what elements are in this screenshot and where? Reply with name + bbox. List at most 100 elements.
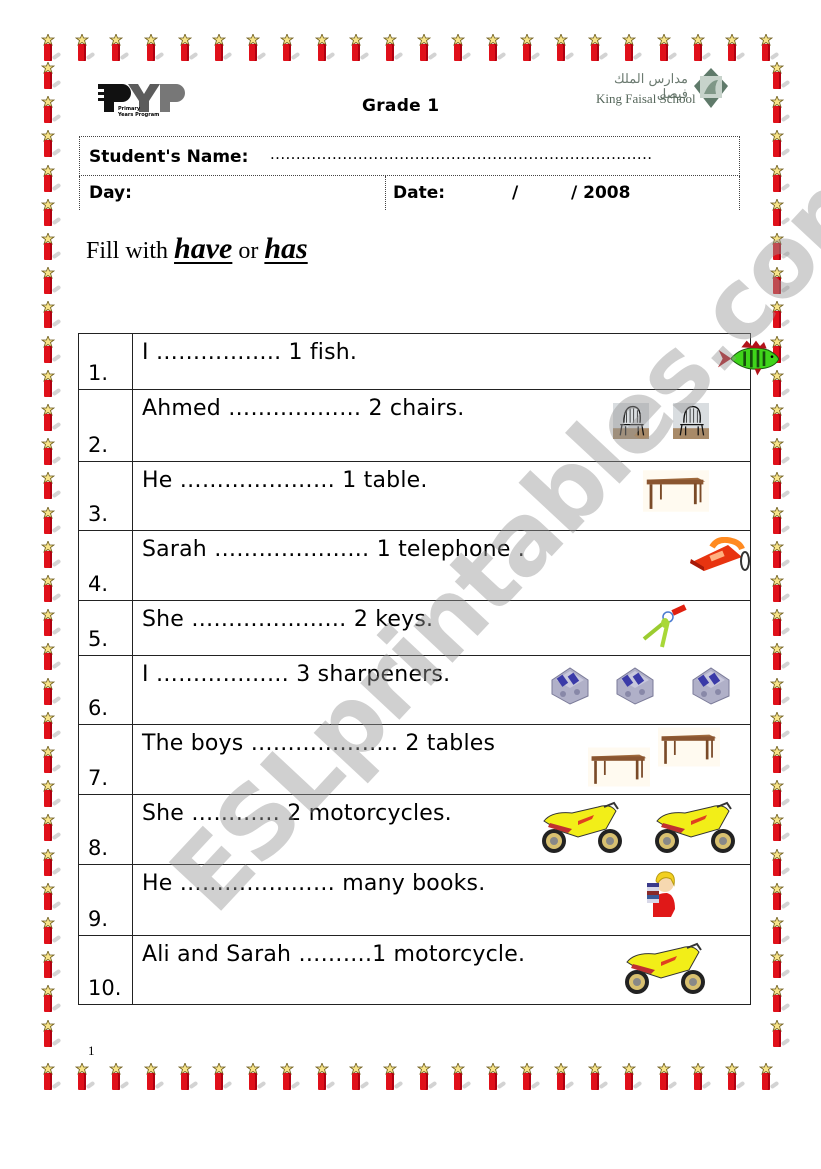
firecracker-icon — [40, 541, 62, 569]
firecracker-icon — [314, 1063, 336, 1091]
firecracker-icon — [40, 951, 62, 979]
firecracker-icon — [40, 301, 62, 329]
firecracker-icon — [177, 1063, 199, 1091]
firecracker-icon — [769, 301, 791, 329]
page-number: 1 — [88, 1043, 95, 1058]
exercise-sentence[interactable]: She ………………… 2 keys. — [142, 607, 433, 632]
instruction-heading: Fill with have or has — [86, 232, 308, 266]
firecracker-icon — [769, 507, 791, 535]
firecracker-icon — [416, 1063, 438, 1091]
firecracker-icon — [279, 34, 301, 62]
firecracker-icon — [108, 34, 130, 62]
firecracker-icon — [769, 951, 791, 979]
exercise-sentence[interactable]: I …………….. 1 fish. — [142, 340, 357, 365]
motorcycle-icon — [538, 799, 626, 855]
firecracker-icon — [74, 1063, 96, 1091]
exercise-number: 3. — [88, 502, 109, 526]
keys-icon — [638, 603, 688, 651]
firecracker-icon — [769, 1020, 791, 1048]
exercise-sentence-cell[interactable]: I ……………… 3 sharpeners. — [132, 655, 751, 725]
motorcycle-icon — [651, 799, 739, 855]
firecracker-icon — [769, 643, 791, 671]
exercise-number: 8. — [88, 836, 109, 860]
firecracker-icon — [211, 34, 233, 62]
exercise-sentence[interactable]: He ………………… 1 table. — [142, 468, 428, 493]
exercise-row: 4. Sarah ………………… 1 telephone . — [78, 530, 751, 601]
exercise-sentence-cell[interactable]: She ………… 2 motorcycles. — [132, 794, 751, 865]
instruction-middle: or — [232, 238, 265, 264]
firecracker-icon — [40, 917, 62, 945]
firecracker-icon — [690, 1063, 712, 1091]
exercise-sentence-cell[interactable]: Sarah ………………… 1 telephone . — [132, 530, 751, 601]
firecracker-icon — [587, 34, 609, 62]
exercise-number-cell: 2. — [78, 389, 133, 462]
firecracker-icon — [40, 438, 62, 466]
pyp-logo: Primary Years Program — [98, 80, 190, 120]
exercise-sentence-cell[interactable]: The boys ……………….. 2 tables — [132, 724, 751, 795]
exercise-sentence-cell[interactable]: He ………………… 1 table. — [132, 461, 751, 531]
firecracker-icon — [40, 712, 62, 740]
exercise-sentence-cell[interactable]: I …………….. 1 fish. — [132, 333, 780, 390]
table-icon — [643, 470, 709, 512]
firecracker-icon — [769, 575, 791, 603]
exercise-sentence[interactable]: She ………… 2 motorcycles. — [142, 801, 452, 826]
exercise-sentence[interactable]: The boys ……………….. 2 tables — [142, 731, 495, 756]
firecracker-icon — [40, 849, 62, 877]
exercise-number-cell: 5. — [78, 600, 133, 656]
firecracker-icon — [769, 985, 791, 1013]
firecracker-icon — [245, 1063, 267, 1091]
date-label: Date: — [393, 183, 446, 203]
firecracker-icon — [769, 883, 791, 911]
exercise-sentence[interactable]: He ………………… many books. — [142, 871, 485, 896]
day-date-divider — [385, 176, 386, 210]
exercise-row: 3. He ………………… 1 table. — [78, 461, 751, 531]
exercise-row: 2. Ahmed ……………… 2 chairs. — [78, 389, 751, 462]
exercise-sentence[interactable]: Sarah ………………… 1 telephone . — [142, 537, 525, 562]
firecracker-icon — [382, 1063, 404, 1091]
sharpener-icon — [548, 664, 592, 706]
chair-icon — [673, 402, 709, 440]
firecracker-icon — [40, 370, 62, 398]
exercise-row: 7. The boys ……………….. 2 tables — [78, 724, 751, 795]
exercise-sentence-cell[interactable]: Ahmed ……………… 2 chairs. — [132, 389, 751, 462]
exercise-number: 4. — [88, 572, 109, 596]
exercise-number: 6. — [88, 696, 109, 720]
exercise-number: 9. — [88, 907, 109, 931]
exercise-sentence-cell[interactable]: Ali and Sarah ……….1 motorcycle. — [132, 935, 751, 1005]
day-label: Day: — [89, 183, 132, 203]
firecracker-icon — [769, 438, 791, 466]
firecracker-icon — [450, 1063, 472, 1091]
firecracker-icon — [769, 609, 791, 637]
firecracker-icon — [40, 883, 62, 911]
student-name-row: Student's Name: ........................… — [79, 136, 740, 176]
firecracker-icon — [348, 34, 370, 62]
firecracker-icon — [587, 1063, 609, 1091]
firecracker-icon — [245, 34, 267, 62]
exercise-sentence[interactable]: Ahmed ……………… 2 chairs. — [142, 396, 464, 421]
student-name-field[interactable]: ........................................… — [270, 145, 652, 163]
exercise-row: 9. He ………………… many books. — [78, 864, 751, 936]
firecracker-icon — [40, 96, 62, 124]
firecracker-icon — [769, 62, 791, 90]
firecracker-icon — [769, 267, 791, 295]
firecracker-icon — [40, 643, 62, 671]
exercise-sentence-cell[interactable]: He ………………… many books. — [132, 864, 751, 936]
option-have: have — [174, 232, 233, 265]
firecracker-icon — [519, 1063, 541, 1091]
exercise-row: 10. Ali and Sarah ……….1 motorcycle. — [78, 935, 751, 1005]
exercise-sentence-cell[interactable]: She ………………… 2 keys. — [132, 600, 751, 656]
firecracker-icon — [553, 34, 575, 62]
sharpener-icon — [689, 664, 733, 706]
firecracker-icon — [621, 1063, 643, 1091]
exercise-sentence[interactable]: I ……………… 3 sharpeners. — [142, 662, 450, 687]
firecracker-icon — [769, 746, 791, 774]
firecracker-icon — [40, 609, 62, 637]
exercise-sentence[interactable]: Ali and Sarah ……….1 motorcycle. — [142, 942, 525, 967]
firecracker-icon — [40, 62, 62, 90]
firecracker-icon — [758, 34, 780, 62]
firecracker-icon — [769, 678, 791, 706]
grade-title: Grade 1 — [362, 96, 440, 116]
exercise-number-cell: 3. — [78, 461, 133, 531]
firecracker-icon — [769, 472, 791, 500]
firecracker-icon — [40, 575, 62, 603]
